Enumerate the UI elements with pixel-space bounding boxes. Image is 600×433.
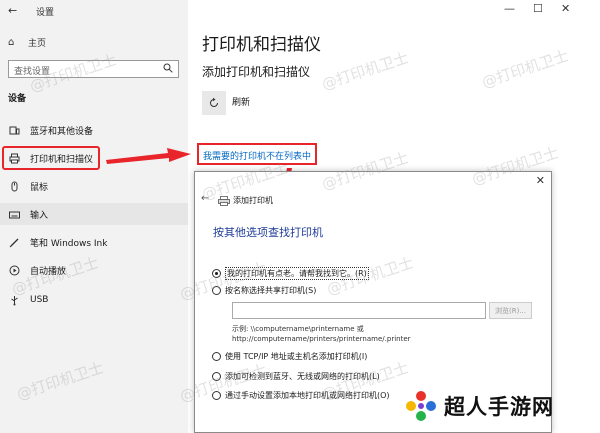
search-icon (163, 63, 173, 73)
autoplay-icon (8, 264, 20, 276)
option-label: 按名称选择共享打印机(S) (225, 286, 317, 295)
shared-printer-input[interactable] (232, 302, 486, 319)
back-arrow-icon[interactable]: ← (8, 4, 17, 17)
home-icon: ⌂ (8, 36, 15, 48)
refresh-icon (210, 97, 218, 107)
dialog-close-button[interactable]: ✕ (536, 174, 545, 187)
mouse-icon (8, 180, 20, 192)
sidebar-item-pen[interactable]: 笔和 Windows Ink (0, 231, 188, 253)
dialog-heading: 按其他选项查找打印机 (213, 226, 323, 239)
shared-printer-example: 示例: \\computername\printername 或 http://… (232, 324, 411, 344)
nav-home[interactable]: ⌂ 主页 (8, 35, 46, 49)
sidebar-item-label: 输入 (30, 210, 49, 221)
option-label: 使用 TCP/IP 地址或主机名添加打印机(I) (225, 352, 368, 361)
app-title: 设置 (36, 8, 55, 18)
brand-logo-icon (406, 391, 436, 421)
sidebar-item-typing[interactable]: 输入 (0, 203, 188, 225)
close-button[interactable]: ✕ (561, 2, 570, 15)
refresh-button[interactable] (202, 91, 226, 115)
maximize-button[interactable]: ☐ (533, 2, 543, 15)
sidebar-item-label: 笔和 Windows Ink (30, 238, 108, 249)
sidebar-item-label: 蓝牙和其他设备 (30, 126, 94, 137)
sidebar-item-bluetooth[interactable]: 蓝牙和其他设备 (0, 119, 188, 141)
printer-not-listed-link[interactable]: 我需要的打印机不在列表中 (203, 149, 311, 162)
browse-button[interactable]: 浏览(R)... (489, 302, 532, 319)
bluetooth-devices-icon (8, 124, 20, 136)
option-tcpip[interactable]: 使用 TCP/IP 地址或主机名添加打印机(I) (212, 351, 367, 362)
nav-home-label: 主页 (28, 38, 47, 49)
example-line: http://computername/printers/printername… (232, 335, 411, 343)
keyboard-icon (8, 208, 20, 220)
option-label: 通过手动设置添加本地打印机或网络打印机(O) (225, 391, 390, 400)
section-title: 添加打印机和扫描仪 (202, 65, 311, 79)
page-title: 打印机和扫描仪 (202, 35, 321, 55)
refresh-label: 刷新 (232, 98, 251, 108)
sidebar-item-label: 鼠标 (30, 182, 49, 193)
minimize-button[interactable]: — (504, 2, 515, 15)
dialog-title: 添加打印机 (233, 196, 273, 205)
site-brand: 超人手游网 (404, 389, 554, 423)
brand-text: 超人手游网 (444, 395, 554, 419)
radio-button[interactable] (212, 352, 221, 361)
pen-icon (8, 236, 20, 248)
sidebar-item-label: USB (30, 295, 49, 305)
highlight-box-not-listed: 我需要的打印机不在列表中 (197, 143, 317, 165)
highlight-box-printers (2, 146, 100, 170)
sidebar-item-mouse[interactable]: 鼠标 (0, 175, 188, 197)
section-label-devices: 设备 (8, 94, 27, 104)
example-line: 示例: \\computername\printername 或 (232, 325, 364, 333)
